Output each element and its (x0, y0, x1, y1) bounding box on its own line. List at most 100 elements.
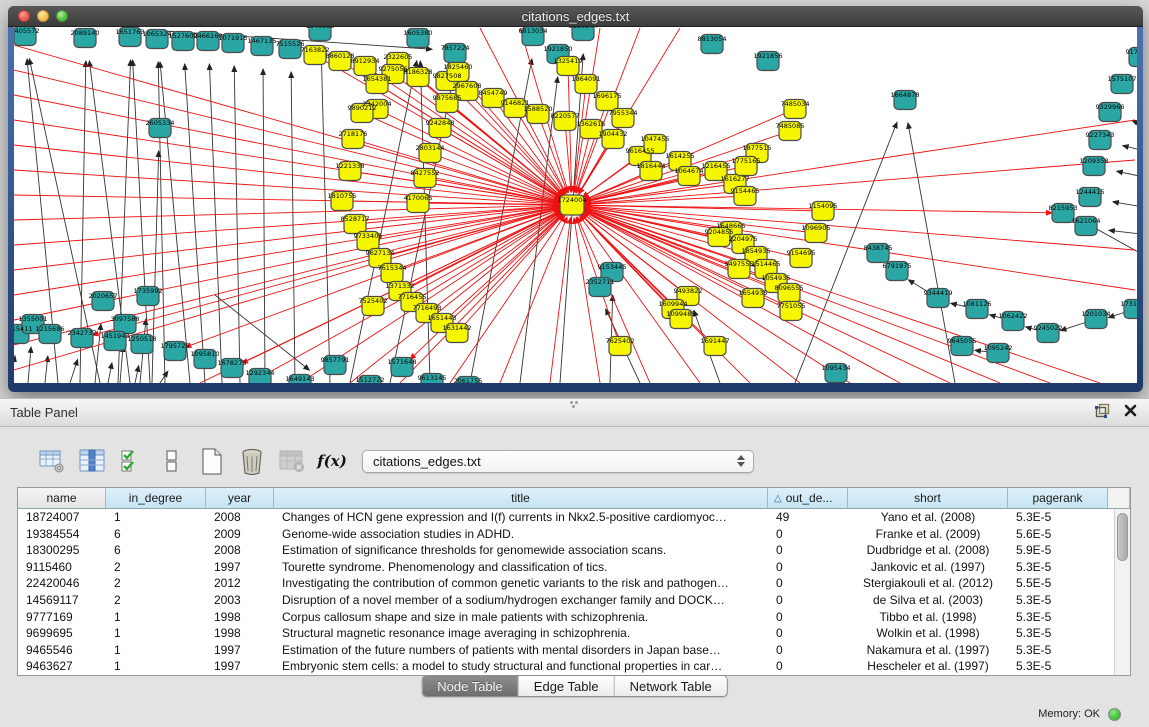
table-cell: 1 (106, 642, 206, 659)
table-row[interactable]: 1830029562008Estimation of significance … (18, 542, 1114, 559)
column-header-year[interactable]: year (206, 488, 274, 509)
table-selector-dropdown[interactable]: citations_edges.txt (362, 450, 754, 473)
close-panel-icon[interactable] (1124, 404, 1137, 422)
table-cell: 18724007 (18, 509, 106, 526)
table-cell: 9699695 (18, 625, 106, 642)
tab-network-table[interactable]: Network Table (615, 676, 727, 696)
dropdown-stepper-icon (737, 455, 745, 467)
table-selector-value: citations_edges.txt (373, 454, 481, 469)
table-row[interactable]: 2242004622012Investigating the contribut… (18, 575, 1114, 592)
graph-node-label: 9613145 (418, 374, 447, 382)
vertical-scrollbar[interactable] (1114, 509, 1130, 675)
graph-node-label: 1371332 (386, 282, 415, 290)
table-settings-icon[interactable] (38, 447, 66, 475)
graph-node-label: 1095810 (191, 350, 220, 358)
graph-node-label: 2718176 (339, 130, 368, 138)
graph-node-label: 9344419 (924, 289, 953, 297)
table-row[interactable]: 977716911998Corpus callosum shape and si… (18, 609, 1114, 626)
apply-checks-icon[interactable] (118, 447, 146, 475)
graph-node-label: 3097588 (111, 315, 140, 323)
delete-trash-icon[interactable] (238, 447, 266, 475)
scrollbar-thumb[interactable] (1117, 513, 1128, 561)
table-row[interactable]: 1456911722003Disruption of a novel membe… (18, 592, 1114, 609)
tab-node-table[interactable]: Node Table (422, 676, 519, 696)
graph-node-label: 1696175 (593, 92, 622, 100)
row-height-icon[interactable] (158, 447, 186, 475)
graph-node-label: 9890212 (348, 104, 377, 112)
graph-node-label: 7857224 (441, 44, 470, 52)
graph-edge (585, 160, 1135, 204)
split-divider-handle[interactable] (570, 401, 580, 407)
graph-node-label: 8528717 (341, 215, 370, 223)
graph-node-label: 7525402 (359, 297, 388, 305)
select-columns-icon[interactable] (78, 447, 106, 475)
graph-edge (550, 218, 570, 383)
graph-edge (584, 161, 680, 200)
graph-node-label: 2967608 (453, 82, 482, 90)
table-cell: 1997 (206, 642, 274, 659)
graph-node-label: 1651443 (428, 314, 457, 322)
table-cell: 5.3E-5 (1008, 642, 1108, 659)
network-canvas[interactable]: 1405572208914016517631065324152760294661… (14, 27, 1137, 383)
graph-node-label: 1575107 (1108, 75, 1137, 83)
column-header-short[interactable]: short (848, 488, 1008, 509)
table-panel-title: Table Panel (10, 405, 78, 420)
tab-edge-table[interactable]: Edge Table (519, 676, 615, 696)
table-row[interactable]: 946362711997Embryonic stem cells: a mode… (18, 658, 1114, 675)
table-cell: Hescheler et al. (1997) (848, 658, 1008, 675)
float-window-icon[interactable] (1095, 403, 1110, 423)
table-cell: Corpus callosum shape and size in male p… (274, 609, 768, 626)
table-cell: 5.3E-5 (1008, 609, 1108, 626)
network-view-window: citations_edges.txt 14055722089140165176… (8, 6, 1143, 392)
graph-node-label: 7751055 (777, 302, 806, 310)
graph-edge (160, 371, 168, 383)
graph-node-label: 1095242 (984, 344, 1013, 352)
table-cell: 5.3E-5 (1008, 559, 1108, 576)
table-cell: 6 (106, 542, 206, 559)
window-titlebar[interactable]: citations_edges.txt (8, 6, 1143, 27)
delete-table-disabled-icon (278, 447, 306, 475)
table-cell: Yano et al. (2008) (848, 509, 1008, 526)
graph-node-label: 1735992 (134, 287, 163, 295)
table-cell: 9465546 (18, 642, 106, 659)
graph-node-label: 6791975 (883, 262, 912, 270)
table-row[interactable]: 1938455462009Genome-wide association stu… (18, 526, 1114, 543)
column-header-indegree[interactable]: in_degree (106, 488, 206, 509)
graph-node-label: 1795725 (161, 342, 190, 350)
graph-edge (135, 366, 139, 383)
graph-node-label: 1731604 (1121, 300, 1137, 308)
minimize-window-button[interactable] (37, 10, 49, 22)
column-header-pagerank[interactable]: pagerank (1008, 488, 1108, 509)
graph-node-label: 7716493 (413, 304, 442, 312)
graph-node-label: 9227343 (1086, 131, 1115, 139)
table-cell: 0 (768, 642, 848, 659)
graph-node-label: 1081126 (963, 300, 992, 308)
graph-edge (234, 66, 240, 383)
graph-node-label: 1154095 (809, 202, 838, 210)
table-toolbar: f(x) citations_edges.txt (0, 441, 1149, 481)
table-cell: 0 (768, 575, 848, 592)
table-row[interactable]: 911546021997Tourette syndrome. Phenomeno… (18, 559, 1114, 576)
table-cell: 9777169 (18, 609, 106, 626)
new-document-icon[interactable] (198, 447, 226, 475)
graph-node-label: 1810755 (328, 192, 357, 200)
column-header-outde[interactable]: △out_de... (768, 488, 848, 509)
table-row[interactable]: 969969511998Structural magnetic resonanc… (18, 625, 1114, 642)
table-cell: 0 (768, 609, 848, 626)
graph-node-label: 9154695 (787, 249, 816, 257)
table-cell: 5.3E-5 (1008, 592, 1108, 609)
column-header-title[interactable]: title (274, 488, 768, 509)
table-cell: 2008 (206, 509, 274, 526)
graph-edge (1109, 230, 1137, 235)
column-header-name[interactable]: name (18, 488, 106, 509)
graph-node-label: 7716455 (398, 293, 427, 301)
zoom-window-button[interactable] (56, 10, 68, 22)
table-row[interactable]: 1872400712008Changes of HCN gene express… (18, 509, 1114, 526)
table-row[interactable]: 946554611997Estimation of the future num… (18, 642, 1114, 659)
table-panel: Table Panel (0, 398, 1149, 727)
graph-node-label: 1244415 (1076, 188, 1105, 196)
citation-graph[interactable]: 1405572208914016517631065324152760294661… (14, 27, 1137, 383)
table-cell: 9115460 (18, 559, 106, 576)
close-window-button[interactable] (18, 10, 30, 22)
function-builder-icon[interactable]: f(x) (318, 447, 346, 475)
